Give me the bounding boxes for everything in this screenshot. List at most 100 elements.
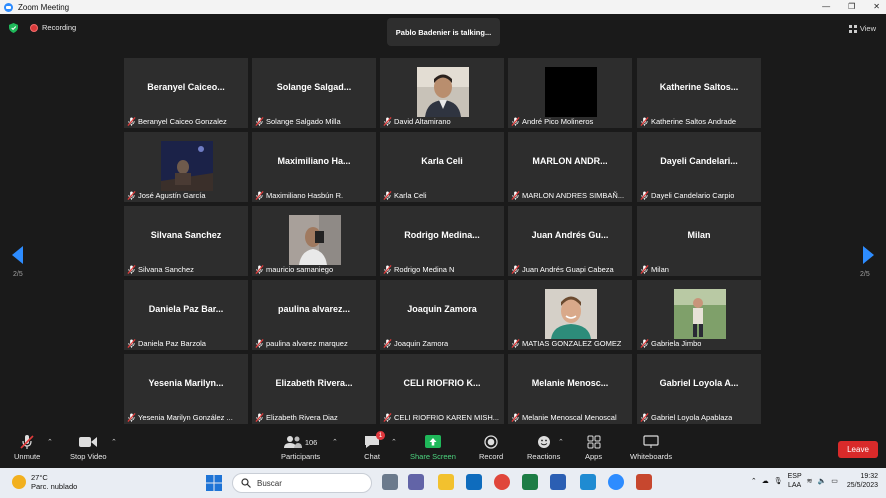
participant-name: MATIAS GONZALEZ GOMEZ bbox=[522, 339, 622, 348]
battery-icon[interactable]: ▭ bbox=[831, 477, 838, 485]
participant-tile[interactable]: David Altamirano bbox=[380, 58, 504, 128]
weather-temp: 27°C bbox=[31, 473, 48, 482]
task-view-icon[interactable] bbox=[382, 474, 398, 490]
participant-tile[interactable]: mauricio samaniego bbox=[252, 206, 376, 276]
microphone-tray-icon[interactable]: 🎙 bbox=[774, 477, 783, 485]
participant-tile[interactable]: Maximiliano Ha... Maximiliano Hasbún R. bbox=[252, 132, 376, 202]
participant-name: Yesenia Marilyn González ... bbox=[138, 413, 233, 422]
apps-button[interactable]: Apps bbox=[585, 432, 602, 461]
participant-tile[interactable]: Elizabeth Rivera... Elizabeth Rivera Diaz bbox=[252, 354, 376, 424]
next-page-arrow-icon[interactable] bbox=[862, 246, 874, 264]
participant-tile[interactable]: Daniela Paz Bar... Daniela Paz Barzola bbox=[124, 280, 248, 350]
participant-display-name: Rodrigo Medina... bbox=[404, 230, 480, 240]
participants-caret-icon[interactable]: ⌃ bbox=[332, 438, 338, 446]
participant-name: paulina alvarez marquez bbox=[266, 339, 348, 348]
participant-tile[interactable]: José Agustín García bbox=[124, 132, 248, 202]
participant-display-name: Yesenia Marilyn... bbox=[148, 378, 224, 388]
participant-tile[interactable]: André Pico Molineros bbox=[508, 58, 632, 128]
participant-display-name: Solange Salgad... bbox=[276, 82, 352, 92]
teams-icon[interactable] bbox=[408, 474, 424, 490]
participant-tile[interactable]: Juan Andrés Gu... Juan Andrés Guapi Cabez… bbox=[508, 206, 632, 276]
participant-name: David Altamirano bbox=[394, 117, 451, 126]
apps-grid-icon bbox=[587, 435, 601, 449]
participant-tile[interactable]: Melanie Menosc... Melanie Menoscal Menosc… bbox=[508, 354, 632, 424]
close-button[interactable]: ✕ bbox=[873, 0, 880, 14]
language-indicator[interactable]: ESP LAA bbox=[788, 472, 802, 490]
muted-mic-icon bbox=[640, 339, 649, 348]
participant-display-name: Dayeli Candelari... bbox=[660, 156, 738, 166]
record-button[interactable]: Record bbox=[479, 432, 503, 461]
language-code: ESP bbox=[787, 473, 802, 480]
participant-tile[interactable]: Gabriel Loyola A... Gabriel Loyola Apabla… bbox=[637, 354, 761, 424]
taskbar-search-box[interactable]: Buscar bbox=[232, 473, 372, 493]
word-icon[interactable] bbox=[550, 474, 566, 490]
participant-tile[interactable]: Milan Milan bbox=[637, 206, 761, 276]
whiteboards-button[interactable]: Whiteboards bbox=[630, 432, 672, 461]
participant-tile[interactable]: Silvana Sanchez Silvana Sanchez bbox=[124, 206, 248, 276]
recording-indicator[interactable]: Recording bbox=[30, 23, 76, 32]
participant-name: Elizabeth Rivera Diaz bbox=[266, 413, 338, 422]
reactions-caret-icon[interactable]: ⌃ bbox=[558, 438, 564, 446]
participant-tile[interactable]: paulina alvarez... paulina alvarez marque… bbox=[252, 280, 376, 350]
participant-tile[interactable]: Gabriela Jimbo bbox=[637, 280, 761, 350]
weather-desc: Parc. nublado bbox=[31, 482, 78, 491]
chat-caret-icon[interactable]: ⌃ bbox=[391, 438, 397, 446]
active-speaker-banner: Pablo Badenier is talking... bbox=[387, 18, 500, 46]
stop-video-button[interactable]: Stop Video bbox=[70, 432, 107, 461]
participant-name: Maximiliano Hasbún R. bbox=[266, 191, 344, 200]
participant-tile[interactable]: Karla Celi Karla Celi bbox=[380, 132, 504, 202]
participant-tile[interactable]: CELI RIOFRIO K... CELI RIOFRIO KAREN MISH… bbox=[380, 354, 504, 424]
participants-button[interactable]: 106 Participants bbox=[281, 432, 320, 461]
participant-tile[interactable]: Rodrigo Medina... Rodrigo Medina N bbox=[380, 206, 504, 276]
weather-widget[interactable]: 27°C Parc. nublado bbox=[12, 473, 77, 491]
muted-mic-icon bbox=[255, 265, 264, 274]
chat-button[interactable]: 1 Chat bbox=[364, 431, 385, 461]
video-options-caret-icon[interactable]: ⌃ bbox=[111, 438, 117, 446]
reactions-button[interactable]: Reactions bbox=[527, 432, 560, 461]
participant-tile[interactable]: Yesenia Marilyn... Yesenia Marilyn Gonzál… bbox=[124, 354, 248, 424]
clock-time: 19:32 bbox=[860, 473, 878, 480]
audio-options-caret-icon[interactable]: ⌃ bbox=[47, 438, 53, 446]
clock[interactable]: 19:32 25/5/2023 bbox=[847, 472, 878, 490]
participant-tile[interactable]: Solange Salgad... Solange Salgado Milla bbox=[252, 58, 376, 128]
participant-display-name: Karla Celi bbox=[421, 156, 463, 166]
participant-video-thumbnail bbox=[161, 141, 213, 191]
security-shield-icon[interactable] bbox=[9, 23, 18, 33]
wifi-icon[interactable]: ≋ bbox=[807, 477, 813, 485]
participant-name-label: Dayeli Candelario Carpio bbox=[637, 189, 761, 202]
smiley-reaction-icon bbox=[537, 436, 550, 448]
view-button[interactable]: View bbox=[848, 24, 876, 33]
file-explorer-icon[interactable] bbox=[438, 474, 454, 490]
photos-icon[interactable] bbox=[580, 474, 596, 490]
volume-icon[interactable]: 🔈 bbox=[818, 477, 827, 485]
unmute-button[interactable]: Unmute bbox=[14, 432, 40, 461]
window-controls: — ❐ ✕ bbox=[822, 0, 880, 14]
participant-display-name: Milan bbox=[687, 230, 711, 240]
whiteboards-label: Whiteboards bbox=[630, 452, 673, 461]
windows-start-icon[interactable] bbox=[206, 475, 222, 491]
participant-display-name: MARLON ANDR... bbox=[532, 156, 608, 166]
zoom-taskbar-icon[interactable] bbox=[608, 474, 624, 490]
participant-tile[interactable]: Katherine Saltos... Katherine Saltos Andr… bbox=[637, 58, 761, 128]
chrome-icon[interactable] bbox=[494, 474, 510, 490]
participant-name-label: Gabriela Jimbo bbox=[637, 337, 761, 350]
participant-display-name: Melanie Menosc... bbox=[531, 378, 609, 388]
tray-overflow-chevron-icon[interactable]: ⌃ bbox=[751, 477, 757, 485]
outlook-icon[interactable] bbox=[466, 474, 482, 490]
participant-tile[interactable]: Beranyel Caiceo... Beranyel Caiceo Gonzal… bbox=[124, 58, 248, 128]
participant-display-name: Elizabeth Rivera... bbox=[275, 378, 353, 388]
excel-icon[interactable] bbox=[522, 474, 538, 490]
participant-tile[interactable]: MARLON ANDR... MARLON ANDRES SIMBAÑ... bbox=[508, 132, 632, 202]
minimize-button[interactable]: — bbox=[822, 0, 830, 14]
participant-tile[interactable]: MATIAS GONZALEZ GOMEZ bbox=[508, 280, 632, 350]
maximize-button[interactable]: ❐ bbox=[848, 0, 855, 14]
share-screen-button[interactable]: Share Screen bbox=[410, 432, 456, 461]
previous-page-arrow-icon[interactable] bbox=[12, 246, 24, 264]
participant-video-thumbnail bbox=[674, 289, 726, 339]
leave-button[interactable]: Leave bbox=[838, 441, 878, 458]
onedrive-cloud-icon[interactable]: ☁ bbox=[762, 477, 769, 485]
participant-tile[interactable]: Joaquin Zamora Joaquin Zamora bbox=[380, 280, 504, 350]
powerpoint-icon[interactable] bbox=[636, 474, 652, 490]
recording-label: Recording bbox=[42, 23, 77, 32]
participant-tile[interactable]: Dayeli Candelari... Dayeli Candelario Car… bbox=[637, 132, 761, 202]
